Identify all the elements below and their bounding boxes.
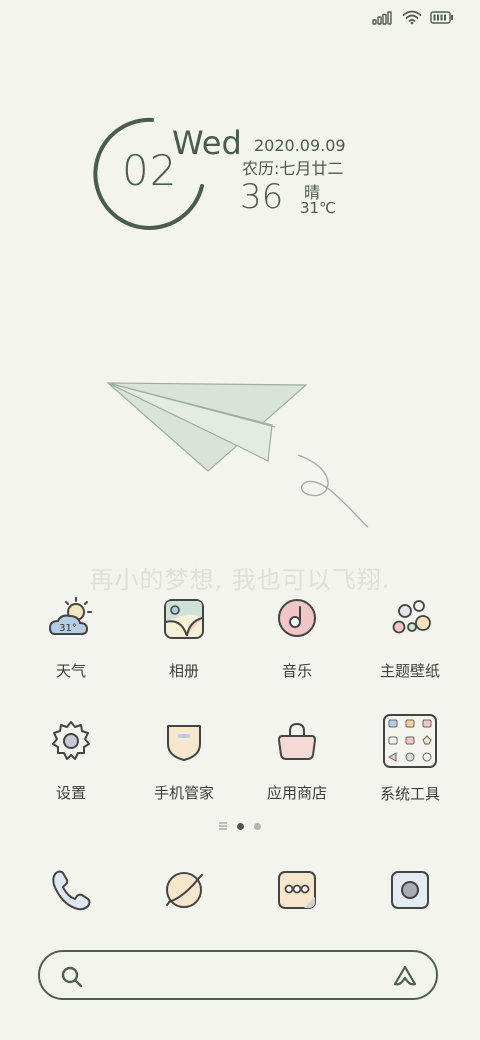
app-gallery[interactable]: 相册 bbox=[129, 596, 239, 681]
app-label: 主题壁纸 bbox=[379, 662, 440, 680]
clock-date: 2020.09.09 bbox=[254, 136, 346, 155]
app-music[interactable]: 音乐 bbox=[242, 596, 352, 681]
app-store[interactable]: 应用商店 bbox=[242, 718, 352, 803]
app-label: 相册 bbox=[168, 662, 199, 680]
security-icon bbox=[167, 725, 201, 761]
gallery-icon bbox=[164, 599, 204, 639]
app-themes[interactable]: 主题壁纸 bbox=[355, 596, 465, 681]
browser-icon[interactable] bbox=[161, 867, 207, 913]
themes-icon bbox=[392, 600, 431, 634]
folder-system-tools[interactable]: 系统工具 bbox=[355, 713, 465, 804]
weather-temperature: 31℃ bbox=[300, 199, 336, 217]
app-label: 系统工具 bbox=[379, 785, 440, 803]
app-label: 应用商店 bbox=[266, 784, 327, 802]
app-security[interactable]: 手机管家 bbox=[129, 718, 239, 803]
svg-text:31°: 31° bbox=[59, 623, 77, 634]
page-dot-active bbox=[237, 822, 244, 830]
phone-icon[interactable] bbox=[48, 867, 94, 913]
app-label: 音乐 bbox=[281, 662, 312, 680]
page-dot bbox=[254, 822, 261, 830]
lunar-date: 农历:七月廿二 bbox=[242, 159, 344, 178]
tools-folder-icon bbox=[383, 714, 437, 768]
app-label: 设置 bbox=[55, 784, 86, 802]
settings-icon bbox=[52, 721, 90, 760]
paper-plane-wallpaper bbox=[106, 382, 369, 528]
search-icon bbox=[61, 966, 83, 988]
app-label: 天气 bbox=[55, 662, 86, 680]
clock-hour: 02 bbox=[122, 146, 178, 195]
page-indicator[interactable] bbox=[0, 822, 480, 830]
app-weather[interactable]: 31° 天气 bbox=[16, 596, 126, 681]
status-bar bbox=[372, 10, 454, 25]
signal-icon bbox=[372, 10, 392, 25]
camera-icon[interactable] bbox=[387, 867, 433, 913]
assistant-icon[interactable] bbox=[392, 964, 418, 988]
menu-lines-icon bbox=[219, 822, 227, 830]
search-bar[interactable] bbox=[38, 950, 438, 1000]
app-store-icon bbox=[277, 722, 317, 760]
wifi-icon bbox=[402, 10, 422, 25]
battery-icon bbox=[430, 11, 453, 24]
app-settings[interactable]: 设置 bbox=[16, 718, 126, 803]
weather-icon: 31° bbox=[48, 597, 92, 635]
music-icon bbox=[278, 599, 316, 637]
wallpaper-quote: 再小的梦想, 我也可以飞翔. bbox=[89, 566, 391, 594]
messages-icon[interactable] bbox=[274, 867, 320, 913]
clock-weekday: Wed bbox=[172, 124, 242, 162]
app-label: 手机管家 bbox=[153, 784, 214, 802]
clock-minute: 36 bbox=[240, 177, 284, 217]
